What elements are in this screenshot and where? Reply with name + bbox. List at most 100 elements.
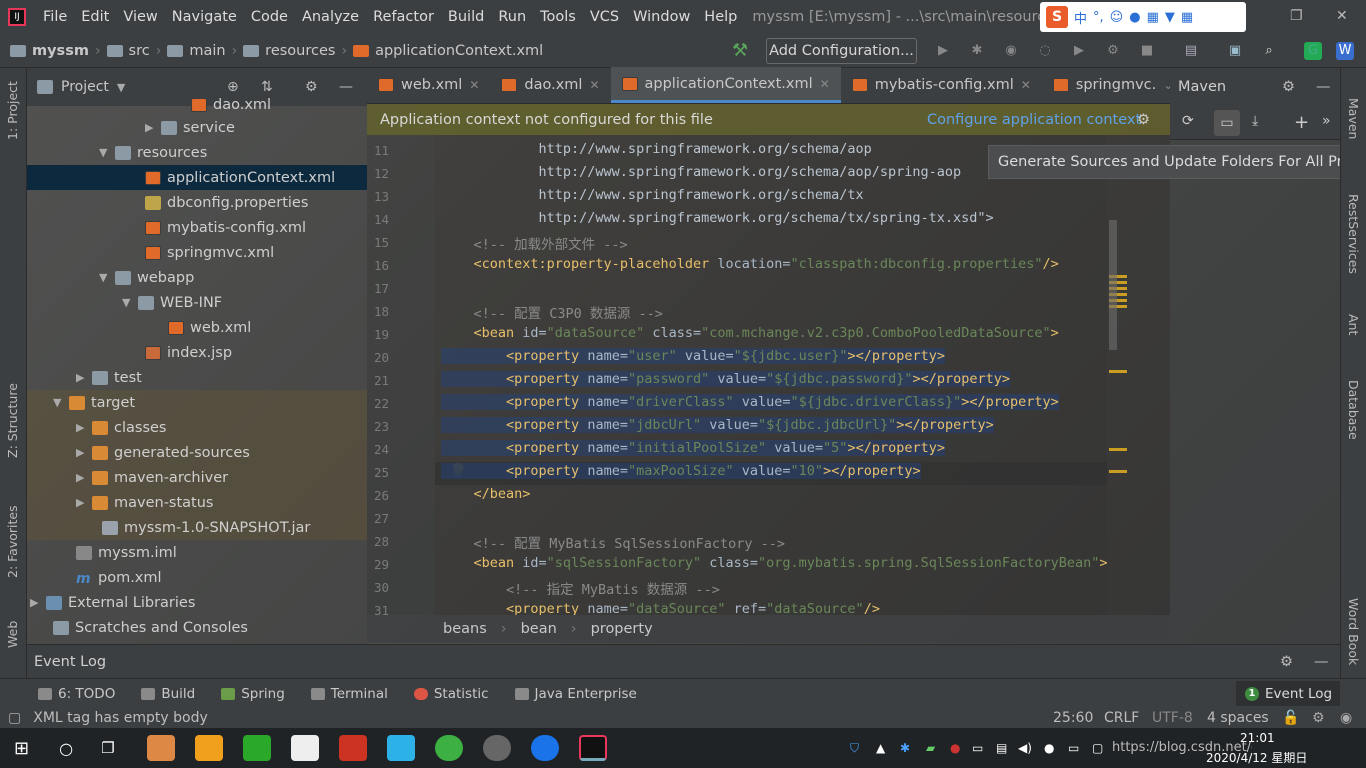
tab-web-xml[interactable]: web.xml ✕ [367, 67, 490, 103]
code-line[interactable]: <property name="user" value="${jdbc.user… [441, 348, 946, 364]
code-line[interactable]: http://www.springframework.org/schema/tx [441, 187, 864, 203]
code-line[interactable]: <bean id="dataSource" class="com.mchange… [441, 325, 1059, 341]
crumb-project[interactable]: myssm [10, 43, 89, 59]
tree-item[interactable]: ▶ External Libraries [30, 590, 195, 615]
close-tab-icon[interactable]: ✕ [1021, 78, 1031, 92]
tab-dao-xml[interactable]: dao.xml ✕ [490, 67, 610, 103]
tree-item[interactable]: ▼ webapp [99, 265, 194, 290]
more-icon[interactable]: » [1322, 113, 1331, 129]
add-configuration-button[interactable]: Add Configuration... [766, 38, 917, 64]
tree-item[interactable]: dao.xml [191, 92, 271, 117]
tray-red-icon[interactable]: ● [950, 741, 960, 755]
tree-item[interactable]: ▶ generated-sources [27, 440, 367, 465]
attach-icon[interactable]: ⚙ [1104, 42, 1122, 60]
event-log-settings-icon[interactable]: ⚙ [1280, 654, 1293, 670]
code-line[interactable]: </bean> [441, 486, 531, 502]
stripe-favorites[interactable]: 2: Favorites [5, 505, 20, 578]
tray-box-icon[interactable]: ▢ [1092, 741, 1103, 755]
windows-start-icon[interactable]: ⊞ [14, 738, 29, 759]
breadcrumb-property[interactable]: property [591, 621, 653, 637]
code-line[interactable]: <property name="maxPoolSize" value="10">… [441, 463, 921, 479]
stripe-structure[interactable]: Z: Structure [5, 383, 20, 458]
flash-icon[interactable] [338, 735, 367, 761]
hammer-icon[interactable]: ⚒ [732, 40, 748, 61]
translate-icon[interactable]: G [1304, 42, 1322, 60]
ime-shirt-icon[interactable]: ▼ [1165, 10, 1175, 25]
stripe-project[interactable]: 1: Project [5, 81, 20, 140]
expand-icon[interactable]: ▶ [76, 496, 86, 509]
stripe-restservices[interactable]: RestServices [1346, 194, 1361, 274]
breadcrumb-beans[interactable]: beans [443, 621, 487, 637]
crumb-resources[interactable]: resources [243, 43, 335, 59]
tree-item[interactable]: index.jsp [145, 340, 232, 365]
shield-icon[interactable]: ⛉ [850, 741, 859, 756]
menu-tools[interactable]: Tools [533, 9, 583, 25]
clock-time[interactable]: 21:01 [1240, 731, 1275, 745]
reload-icon[interactable]: ⟳ [1182, 113, 1194, 129]
tab-mybatis-config-xml[interactable]: mybatis-config.xml ✕ [841, 67, 1042, 103]
file-encoding[interactable]: UTF-8 [1152, 710, 1193, 726]
code-line[interactable]: http://www.springframework.org/schema/tx… [441, 210, 994, 226]
code-line[interactable]: <!-- 加载外部文件 --> [441, 233, 628, 253]
collapse-icon[interactable]: ▼ [53, 396, 63, 409]
tree-item[interactable]: ▶ classes [27, 415, 367, 440]
search-circle-icon[interactable]: ○ [59, 739, 73, 758]
volume-icon[interactable]: ◀) [1018, 741, 1032, 755]
network-icon[interactable]: ▤ [996, 741, 1007, 755]
terminal-tool-button[interactable]: Terminal [310, 686, 388, 702]
tree-item[interactable]: ▼ WEB-INF [122, 290, 222, 315]
settings-gear-icon[interactable]: ⚙ [305, 79, 318, 95]
ime-emoji-icon[interactable]: ☺ [1110, 10, 1124, 25]
tree-item[interactable]: springmvc.xml [145, 240, 274, 265]
add-icon[interactable]: + [1294, 112, 1309, 133]
code-line[interactable]: <!-- 配置 MyBatis SqlSessionFactory --> [441, 532, 785, 552]
task-view-icon[interactable]: ❐ [101, 739, 114, 757]
hide-icon[interactable]: — [339, 79, 353, 95]
warning-marker[interactable] [1109, 448, 1127, 451]
menu-vcs[interactable]: VCS [583, 9, 626, 25]
tree-item-selected[interactable]: applicationContext.xml [27, 165, 367, 190]
terminal-icon[interactable]: ▣ [1226, 42, 1244, 60]
stop-icon[interactable]: ■ [1138, 42, 1156, 60]
menu-analyze[interactable]: Analyze [295, 9, 366, 25]
breadcrumb-bean[interactable]: bean [521, 621, 557, 637]
tray-app-icon[interactable]: ▲ [876, 741, 885, 755]
stripe-web[interactable]: Web [5, 621, 20, 648]
menu-build[interactable]: Build [441, 9, 491, 25]
stripe-maven[interactable]: Maven [1346, 98, 1361, 139]
project-structure-icon[interactable]: ▤ [1182, 42, 1200, 60]
ime-lang[interactable]: 中 [1074, 8, 1087, 27]
event-log-button[interactable]: 1 Event Log [1236, 681, 1340, 706]
line-separator[interactable]: CRLF [1104, 710, 1139, 726]
code-line[interactable]: <!-- 配置 C3P0 数据源 --> [441, 302, 663, 322]
ime-toolbar[interactable]: S 中 °, ☺ ● ▦ ▼ ▦ [1040, 2, 1246, 32]
crumb-file[interactable]: applicationContext.xml [353, 43, 543, 59]
menu-code[interactable]: Code [244, 9, 295, 25]
expand-icon[interactable]: ▶ [76, 371, 86, 384]
dropdown-icon[interactable]: ▼ [117, 81, 125, 94]
tree-item[interactable]: ▶ service [145, 115, 235, 140]
printer-icon[interactable]: ▭ [1068, 741, 1079, 755]
tree-item[interactable]: ▶ maven-status [27, 490, 367, 515]
tree-item[interactable]: ▼ resources [99, 140, 207, 165]
code-line[interactable]: <property name="dataSource" ref="dataSou… [441, 601, 880, 615]
app-icon[interactable] [146, 735, 175, 761]
app4-icon[interactable] [530, 735, 559, 761]
menu-navigate[interactable]: Navigate [165, 9, 244, 25]
clock-date[interactable]: 2020/4/12 星期日 [1206, 749, 1307, 766]
close-tab-icon[interactable]: ✕ [469, 78, 479, 92]
code-line[interactable]: http://www.springframework.org/schema/ao… [441, 141, 872, 157]
sublime-icon[interactable] [194, 735, 223, 761]
close-tab-icon[interactable]: ✕ [820, 77, 830, 91]
code-line[interactable]: <property name="initialPoolSize" value="… [441, 440, 945, 456]
configure-context-link[interactable]: Configure application context [927, 112, 1141, 128]
expand-icon[interactable]: ▶ [30, 596, 40, 609]
event-log-hide-icon[interactable]: — [1314, 654, 1329, 670]
bluetooth-icon[interactable]: ✱ [900, 741, 910, 755]
tree-item[interactable]: myssm-1.0-SNAPSHOT.jar [27, 515, 367, 540]
tree-item[interactable]: m pom.xml [76, 565, 162, 590]
project-title[interactable]: Project [61, 79, 109, 95]
code-line[interactable]: <property name="password" value="${jdbc.… [441, 371, 1011, 387]
translate2-icon[interactable]: W [1336, 42, 1354, 60]
warning-marker[interactable] [1109, 470, 1127, 473]
